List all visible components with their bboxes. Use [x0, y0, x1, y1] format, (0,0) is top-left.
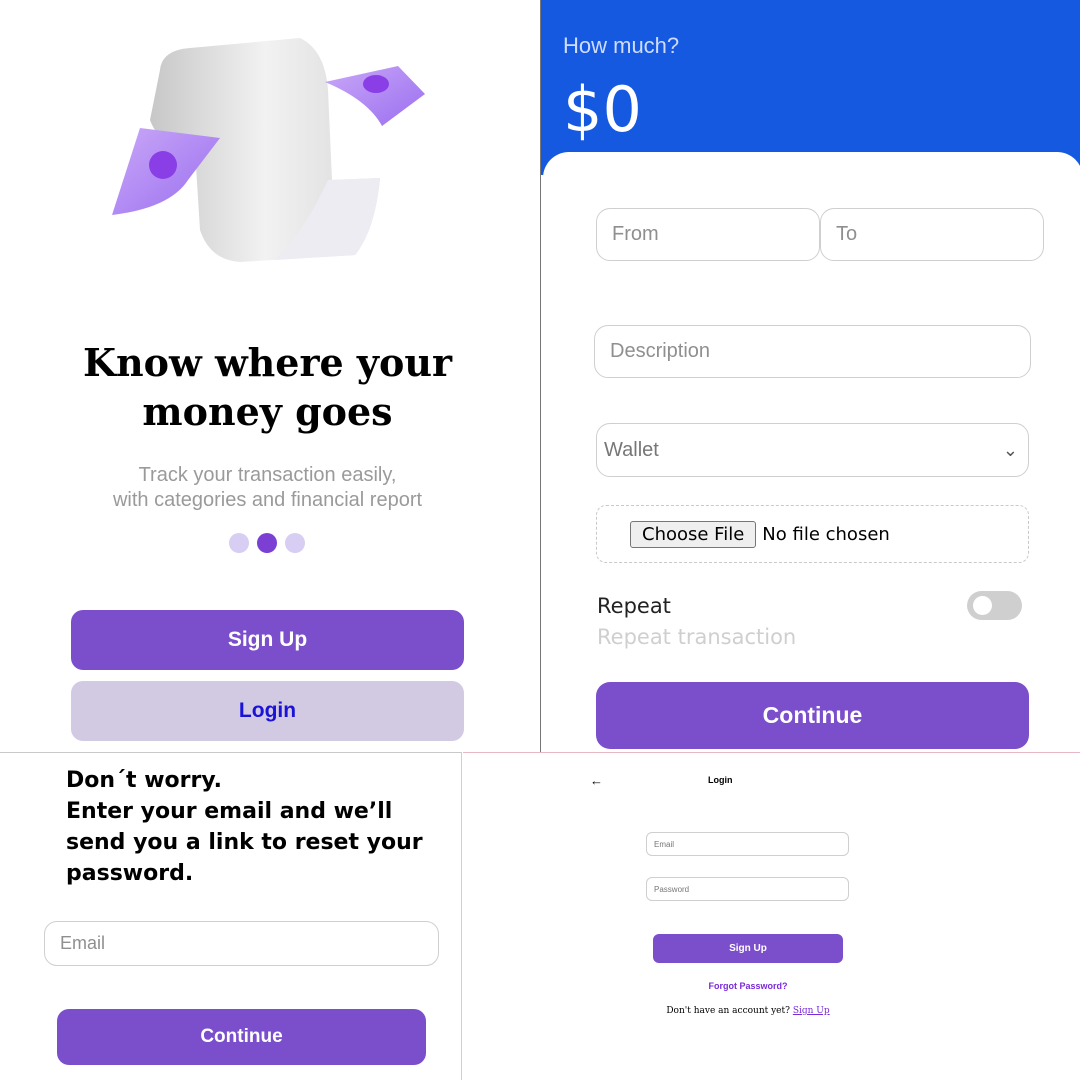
onboarding-screen: Know where your money goes Track your tr… — [0, 0, 540, 752]
amount-question: How much? — [563, 33, 680, 58]
forgot-message: Don´t worry. Enter your email and we’ll … — [66, 765, 446, 889]
choose-file-button[interactable]: Choose File — [630, 520, 757, 548]
description-input[interactable] — [594, 325, 1031, 378]
signup-button[interactable]: Sign Up — [653, 934, 843, 963]
amount-value[interactable]: $0 — [563, 72, 642, 148]
to-input[interactable] — [820, 208, 1044, 261]
continue-button[interactable]: Continue — [57, 1009, 426, 1065]
receipt-money-illustration — [112, 38, 425, 262]
password-input[interactable] — [646, 877, 849, 901]
message-line: send you a link to reset your — [66, 830, 423, 855]
forgot-password-link[interactable]: Forgot Password? — [463, 981, 1033, 991]
pager-dot[interactable] — [285, 533, 305, 553]
subtitle-line: with categories and financial report — [112, 489, 423, 511]
wallet-select[interactable]: Wallet ⌄ — [596, 423, 1029, 477]
toggle-knob — [973, 596, 992, 615]
account-prompt: Don't have an account yet? Sign Up — [463, 1006, 1033, 1016]
chevron-down-icon: ⌄ — [1002, 439, 1018, 460]
attachment-field: Choose File No file chosen — [596, 505, 1029, 563]
account-prompt-text: Don't have an account yet? — [666, 1006, 790, 1016]
title-line: money goes — [142, 389, 393, 434]
title-line: Know where your — [83, 340, 452, 385]
forgot-password-screen: Don´t worry. Enter your email and we’ll … — [0, 752, 462, 1080]
from-input[interactable] — [596, 208, 820, 261]
onboarding-title: Know where your money goes — [0, 338, 535, 436]
pager-dot-active[interactable] — [257, 533, 277, 553]
signup-link[interactable]: Sign Up — [793, 1006, 830, 1016]
login-screen: ← Login Sign Up Forgot Password? Don't h… — [463, 752, 1080, 1080]
onboarding-subtitle: Track your transaction easily, with cate… — [0, 463, 535, 513]
file-status: No file chosen — [762, 523, 890, 545]
message-line: password. — [66, 861, 194, 886]
email-input[interactable] — [646, 832, 849, 856]
email-input[interactable] — [44, 921, 439, 966]
pager-dot[interactable] — [229, 533, 249, 553]
arrow-left-icon[interactable]: ← — [590, 773, 603, 788]
message-line: Enter your email and we’ll — [66, 799, 393, 824]
page-title: Login — [708, 775, 733, 785]
continue-button[interactable]: Continue — [596, 682, 1029, 749]
repeat-label: Repeat — [597, 594, 671, 618]
wallet-selected-value: Wallet — [604, 438, 659, 461]
signup-button[interactable]: Sign Up — [71, 610, 464, 670]
pager-dots — [229, 533, 305, 553]
amount-header: How much? $0 — [541, 0, 1080, 175]
repeat-toggle[interactable] — [967, 591, 1022, 620]
expense-screen: How much? $0 Wallet ⌄ Choose File No fil… — [540, 0, 1080, 752]
subtitle-line: Track your transaction easily, — [138, 464, 397, 486]
login-button[interactable]: Login — [71, 681, 464, 741]
message-line: Don´t worry. — [66, 768, 223, 793]
repeat-sublabel: Repeat transaction — [597, 625, 797, 649]
